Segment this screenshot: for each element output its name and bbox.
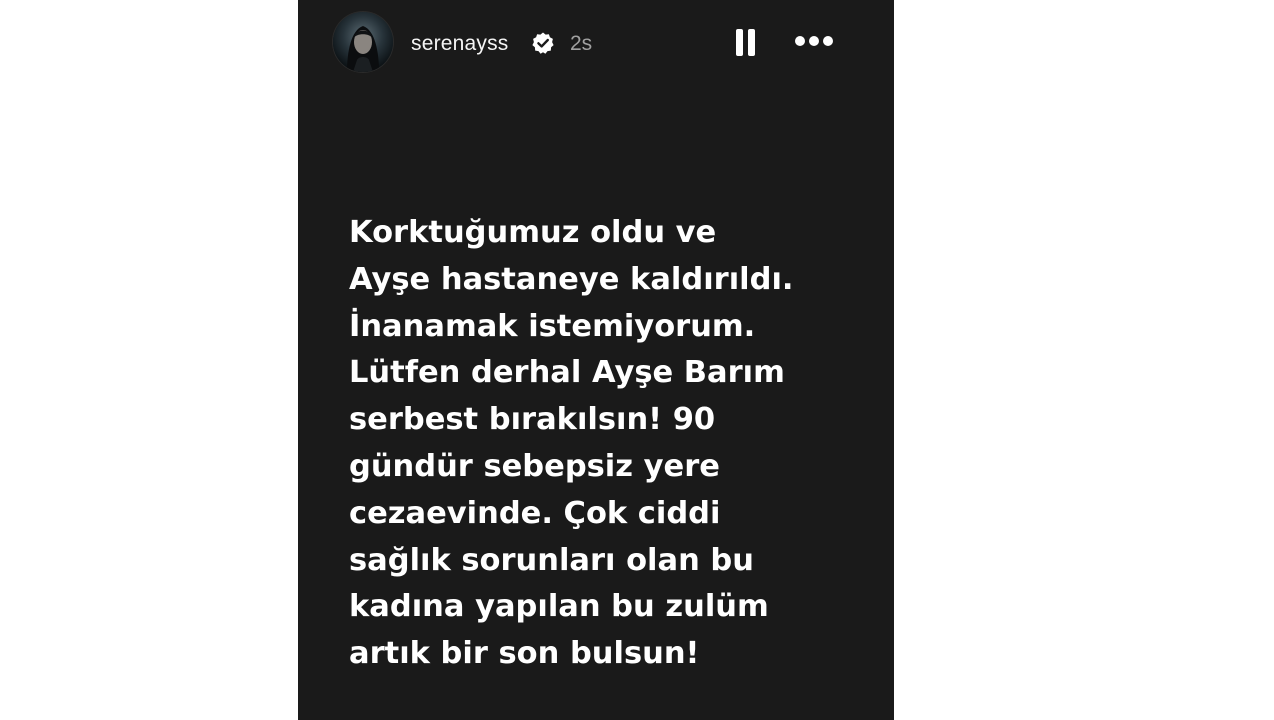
pause-button[interactable] xyxy=(731,25,761,61)
story-text: Korktuğumuz oldu ve Ayşe hastaneye kaldı… xyxy=(349,215,794,672)
pause-icon-bar xyxy=(748,29,755,56)
story-header: serenayss 2s xyxy=(298,0,894,86)
verified-badge-icon xyxy=(531,31,555,55)
more-options-dot xyxy=(809,36,819,46)
more-options-dot xyxy=(823,36,833,46)
avatar[interactable] xyxy=(333,12,393,72)
more-options-icon xyxy=(795,36,805,46)
story-viewer[interactable]: serenayss 2s Korktuğumuz oldu ve Ayşe ha… xyxy=(298,0,894,720)
pause-icon xyxy=(736,29,743,56)
username[interactable]: serenayss xyxy=(411,32,509,56)
story-timestamp: 2s xyxy=(570,32,593,55)
page: serenayss 2s Korktuğumuz oldu ve Ayşe ha… xyxy=(0,0,1274,720)
avatar-image xyxy=(333,12,393,72)
more-options-button[interactable] xyxy=(792,28,840,56)
